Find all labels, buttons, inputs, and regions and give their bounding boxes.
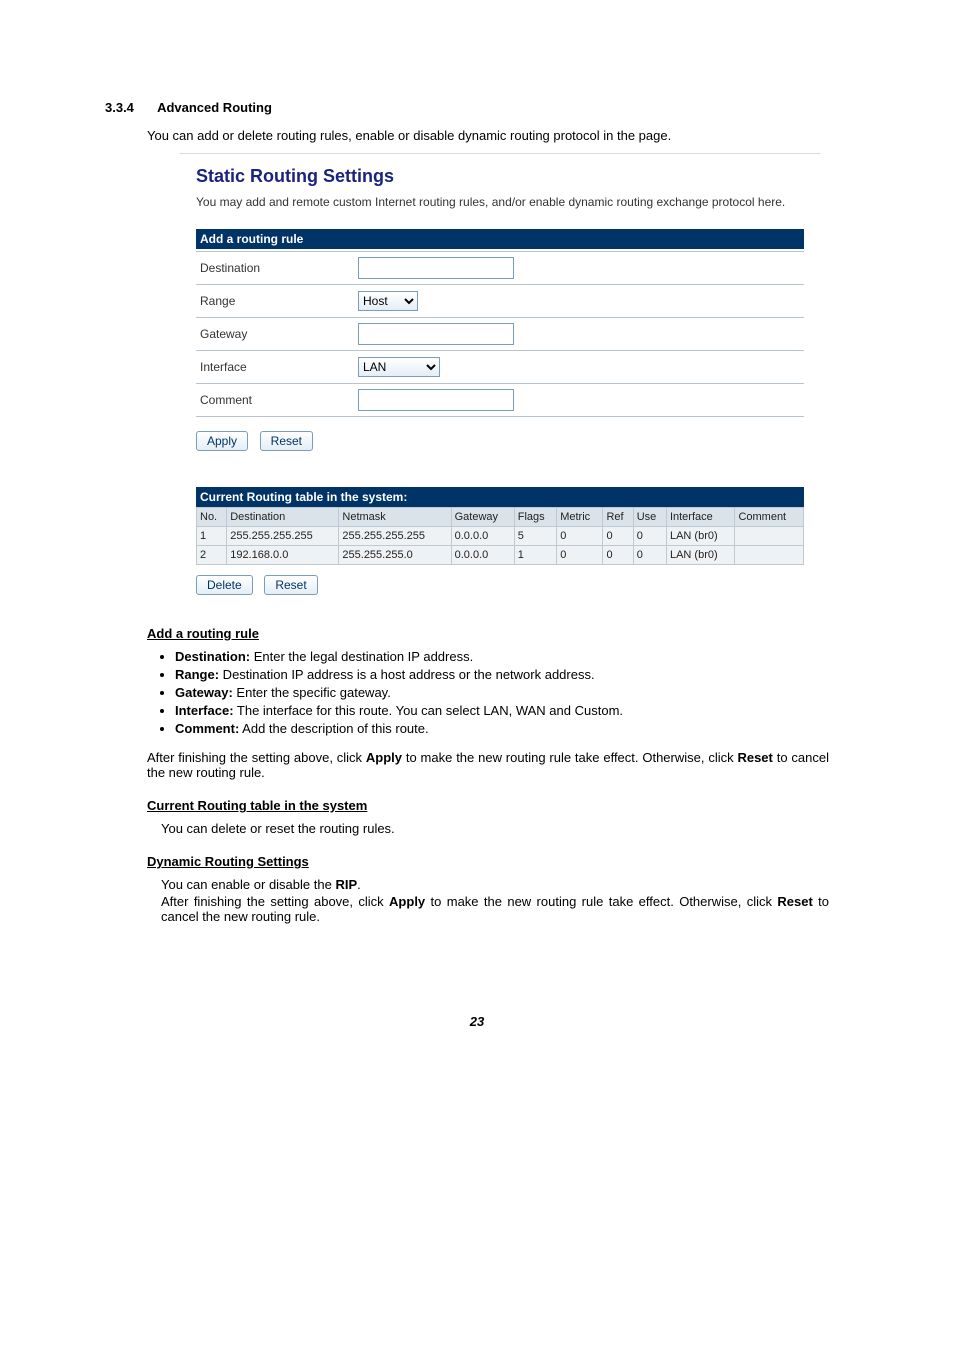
page-number: 23	[105, 1014, 849, 1029]
bullet-list: Destination: Enter the legal destination…	[175, 649, 829, 736]
panel-description: You may add and remote custom Internet r…	[196, 195, 804, 209]
table-row[interactable]: 2 192.168.0.0 255.255.255.0 0.0.0.0 1 0 …	[197, 546, 804, 565]
col-netmask: Netmask	[339, 508, 451, 527]
list-item: Gateway: Enter the specific gateway.	[175, 685, 829, 700]
form-buttons-row: Apply Reset	[196, 431, 804, 451]
table-row[interactable]: 1 255.255.255.255 255.255.255.255 0.0.0.…	[197, 527, 804, 546]
current-table-header: Current Routing table in the system:	[196, 487, 804, 507]
panel-title: Static Routing Settings	[196, 166, 804, 187]
paragraph: You can enable or disable the RIP.	[161, 877, 829, 892]
list-item: Interface: The interface for this route.…	[175, 703, 829, 718]
destination-label: Destination	[196, 252, 354, 285]
apply-button[interactable]: Apply	[196, 431, 248, 451]
range-select[interactable]: Host	[358, 291, 418, 311]
col-no: No.	[197, 508, 227, 527]
list-item: Destination: Enter the legal destination…	[175, 649, 829, 664]
subheading-current-table: Current Routing table in the system	[147, 798, 829, 813]
section-title: Advanced Routing	[157, 100, 272, 115]
subheading-dynamic: Dynamic Routing Settings	[147, 854, 829, 869]
col-gateway: Gateway	[451, 508, 514, 527]
paragraph: After finishing the setting above, click…	[161, 894, 829, 924]
col-comment: Comment	[735, 508, 804, 527]
reset-button-2[interactable]: Reset	[264, 575, 317, 595]
col-interface: Interface	[666, 508, 734, 527]
gateway-label: Gateway	[196, 318, 354, 351]
add-rule-form: Add a routing rule Destination Range Hos…	[196, 227, 804, 417]
section-heading: 3.3.4 Advanced Routing	[105, 100, 849, 115]
interface-label: Interface	[196, 351, 354, 384]
range-label: Range	[196, 285, 354, 318]
comment-input[interactable]	[358, 389, 514, 411]
section-intro: You can add or delete routing rules, ena…	[147, 128, 849, 143]
add-rule-header: Add a routing rule	[196, 229, 804, 249]
col-flags: Flags	[514, 508, 556, 527]
delete-button[interactable]: Delete	[196, 575, 253, 595]
col-metric: Metric	[557, 508, 603, 527]
list-item: Range: Destination IP address is a host …	[175, 667, 829, 682]
col-destination: Destination	[227, 508, 339, 527]
subheading-add-rule: Add a routing rule	[147, 626, 829, 641]
paragraph: After finishing the setting above, click…	[147, 750, 829, 780]
col-use: Use	[633, 508, 666, 527]
table-buttons-row: Delete Reset	[196, 575, 804, 595]
routing-table: No. Destination Netmask Gateway Flags Me…	[196, 507, 804, 565]
col-ref: Ref	[603, 508, 633, 527]
interface-select[interactable]: LAN	[358, 357, 440, 377]
list-item: Comment: Add the description of this rou…	[175, 721, 829, 736]
paragraph: You can delete or reset the routing rule…	[161, 821, 829, 836]
comment-label: Comment	[196, 384, 354, 417]
reset-button[interactable]: Reset	[260, 431, 313, 451]
settings-panel: Static Routing Settings You may add and …	[179, 153, 821, 608]
destination-input[interactable]	[358, 257, 514, 279]
gateway-input[interactable]	[358, 323, 514, 345]
section-number: 3.3.4	[105, 100, 134, 115]
